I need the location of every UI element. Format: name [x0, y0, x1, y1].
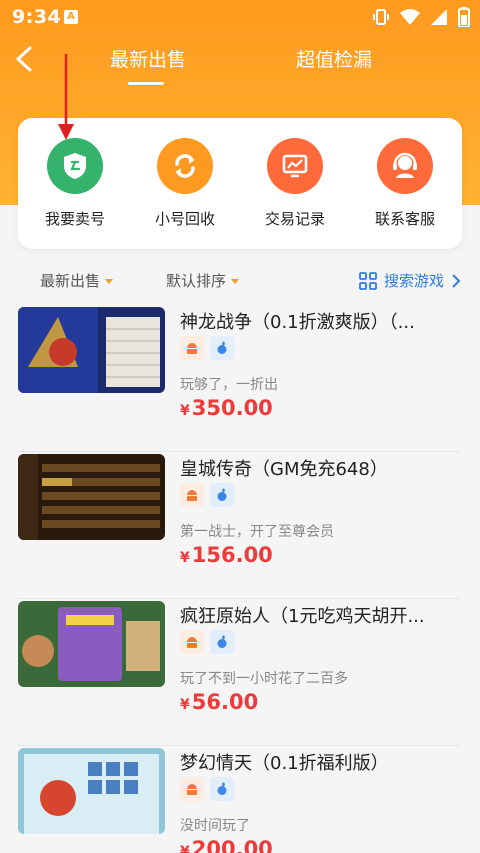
listing-item[interactable]: 疯狂原始人（1元吃鸡天胡开... 玩了不到一小时花了二百多 ¥56.00	[18, 598, 460, 746]
apple-icon	[210, 777, 234, 801]
listing-title: 神龙战争（0.1折激爽版）（...	[180, 312, 415, 333]
quick-action-trade-records[interactable]: 交易记录	[250, 138, 340, 229]
currency-symbol: ¥	[180, 403, 190, 419]
quick-action-customer-service[interactable]: 联系客服	[360, 138, 450, 229]
sort-latest-dropdown[interactable]: 最新出售	[40, 270, 114, 291]
listing-description: 玩够了，一折出	[180, 377, 278, 393]
apple-icon	[210, 630, 234, 654]
listing-item[interactable]: 神龙战争（0.1折激爽版）（... 玩够了，一折出 ¥350.00	[18, 304, 460, 452]
apple-icon	[210, 336, 234, 360]
apple-icon	[210, 483, 234, 507]
tab-value-picks[interactable]: 超值检漏	[296, 45, 372, 72]
listing-price: ¥56.00	[180, 690, 258, 714]
listing-description: 第一战士，开了至尊会员	[180, 524, 334, 540]
search-game-link[interactable]: 搜索游戏	[358, 270, 462, 291]
game-thumbnail	[18, 748, 165, 834]
refresh-icon	[157, 138, 213, 194]
quick-action-sell-account[interactable]: 我要卖号	[30, 138, 120, 229]
listing-description: 玩了不到一小时花了二百多	[180, 671, 348, 687]
wifi-icon	[400, 9, 420, 25]
sort-default-label: 默认排序	[166, 272, 227, 290]
android-icon	[180, 777, 204, 801]
game-thumbnail	[18, 601, 165, 687]
tab-latest-sale[interactable]: 最新出售	[110, 45, 186, 72]
listing-price: ¥350.00	[180, 396, 273, 420]
grid-icon	[359, 271, 377, 290]
filter-bar: 最新出售 默认排序 搜索游戏	[0, 262, 480, 298]
battery-icon	[458, 7, 470, 27]
listing-price: ¥156.00	[180, 543, 273, 567]
price-value: 350.00	[191, 396, 273, 420]
quick-action-label: 小号回收	[154, 210, 215, 228]
vibrate-icon	[373, 9, 389, 25]
listing-title: 疯狂原始人（1元吃鸡天胡开...	[180, 606, 425, 627]
listing-price: ¥200.00	[180, 837, 273, 853]
quick-action-recycle[interactable]: 小号回收	[140, 138, 230, 229]
signal-icon	[431, 9, 447, 25]
quick-action-label: 联系客服	[374, 210, 435, 228]
active-tab-indicator	[128, 82, 164, 85]
sort-default-dropdown[interactable]: 默认排序	[166, 270, 240, 291]
android-icon	[180, 483, 204, 507]
quick-actions-panel: 我要卖号 小号回收 交易记录 联系客服	[18, 118, 462, 249]
headset-icon	[377, 138, 433, 194]
listing-item[interactable]: 梦幻情天（0.1折福利版） 没时间玩了 ¥200.00	[18, 745, 460, 853]
chevron-down-icon	[231, 279, 240, 284]
sort-latest-label: 最新出售	[40, 272, 101, 290]
android-icon	[180, 336, 204, 360]
price-value: 200.00	[191, 837, 273, 853]
annotation-arrow	[58, 54, 74, 140]
game-thumbnail	[18, 307, 165, 393]
android-icon	[180, 630, 204, 654]
shield-icon	[47, 138, 103, 194]
currency-symbol: ¥	[180, 697, 190, 713]
game-thumbnail	[18, 454, 165, 540]
status-time: 9:34	[12, 6, 62, 28]
listing-item[interactable]: 皇城传奇（GM免充648） 第一战士，开了至尊会员 ¥156.00	[18, 451, 460, 599]
listing-description: 没时间玩了	[180, 818, 250, 834]
chevron-right-icon	[452, 273, 461, 288]
quick-action-label: 交易记录	[264, 210, 325, 228]
price-value: 56.00	[191, 690, 259, 714]
currency-symbol: ¥	[180, 550, 190, 566]
quick-action-label: 我要卖号	[44, 210, 105, 228]
listing-title: 梦幻情天（0.1折福利版）	[180, 753, 389, 774]
chevron-down-icon	[105, 279, 114, 284]
search-game-label: 搜索游戏	[383, 272, 444, 290]
listing-title: 皇城传奇（GM免充648）	[180, 459, 388, 480]
currency-symbol: ¥	[180, 844, 190, 853]
status-bar: 9:34 A	[0, 0, 480, 34]
notification-icon: A	[64, 10, 78, 24]
back-arrow-icon[interactable]	[12, 44, 38, 74]
chart-icon	[267, 138, 323, 194]
price-value: 156.00	[191, 543, 273, 567]
